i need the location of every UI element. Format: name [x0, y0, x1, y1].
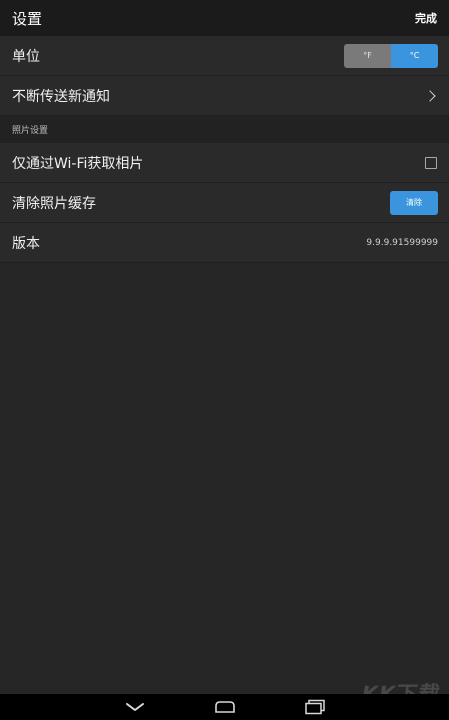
clear-cache-button[interactable]: 清除 [390, 190, 438, 215]
system-navigation-bar [0, 694, 449, 720]
back-button[interactable] [90, 694, 180, 720]
app-header: 设置 完成 [0, 0, 449, 36]
recent-apps-icon [304, 699, 325, 715]
done-button[interactable]: 完成 [415, 10, 437, 26]
unit-toggle[interactable]: °F °C [344, 43, 438, 68]
chevron-right-icon [424, 89, 436, 102]
back-icon [125, 703, 144, 711]
version-label: 版本 [12, 235, 40, 252]
clear-cache-row: 清除照片缓存 清除 [0, 183, 449, 223]
clear-cache-label: 清除照片缓存 [12, 195, 96, 212]
notifications-row[interactable]: 不断传送新通知 [0, 76, 449, 116]
photo-settings-section-header: 照片设置 [0, 116, 449, 143]
unit-label: 单位 [12, 48, 40, 65]
unit-celsius-option[interactable]: °C [391, 43, 438, 68]
settings-list: 单位 °F °C 不断传送新通知 照片设置 仅通过Wi-Fi获取相片 清除照片缓… [0, 36, 449, 263]
unit-row: 单位 °F °C [0, 36, 449, 76]
page-title: 设置 [12, 9, 43, 28]
home-button[interactable] [180, 694, 270, 720]
wifi-only-row[interactable]: 仅通过Wi-Fi获取相片 [0, 143, 449, 183]
wifi-only-checkbox[interactable] [425, 156, 437, 169]
home-icon [214, 701, 235, 713]
version-value: 9.9.9.91599999 [366, 237, 438, 248]
wifi-only-label: 仅通过Wi-Fi获取相片 [12, 155, 144, 172]
unit-fahrenheit-option[interactable]: °F [344, 43, 391, 68]
notifications-label: 不断传送新通知 [12, 88, 110, 105]
recent-apps-button[interactable] [270, 694, 360, 720]
version-row: 版本 9.9.9.91599999 [0, 223, 449, 263]
